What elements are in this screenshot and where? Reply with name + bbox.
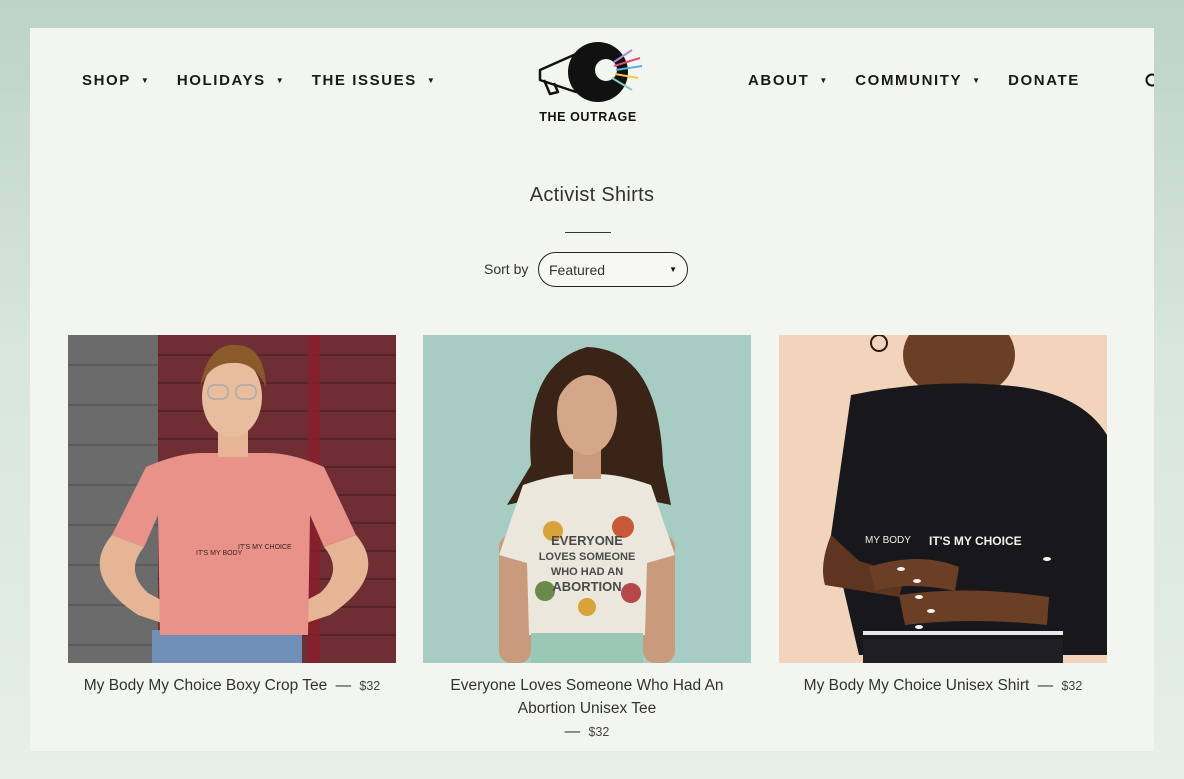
logo-text: THE OUTRAGE [539,110,637,124]
chevron-down-icon: ▼ [972,76,981,85]
product-title[interactable]: My Body My Choice Boxy Crop Tee [84,677,328,694]
price-dash: — [1037,677,1054,694]
shirt-text: IT'S MY BODY [196,550,243,557]
chevron-down-icon: ▼ [275,76,284,85]
nav-donate[interactable]: DONATE [1008,72,1080,89]
shirt-line: LOVES SOMEONE [539,551,636,563]
price-dash: — [335,677,352,694]
product-card[interactable]: MY BODY IT'S MY CHOICE My Body My Choice… [779,335,1107,698]
shirt-text: IT'S MY CHOICE [929,534,1022,548]
product-price: $32 [588,725,610,739]
product-image[interactable]: MY BODY IT'S MY CHOICE [779,335,1107,663]
product-image[interactable]: EVERYONE LOVES SOMEONE WHO HAD AN ABORTI… [423,335,751,663]
nav-the-issues-label: THE ISSUES [311,72,417,89]
nav-community-label: COMMUNITY [855,72,963,89]
product-price: $32 [359,679,381,693]
chevron-down-icon: ▼ [669,265,677,274]
nav-about[interactable]: ABOUT ▼ [748,72,827,89]
product-photo: IT'S MY BODY IT'S MY CHOICE [68,335,396,663]
product-caption: Everyone Loves Someone Who Had An Aborti… [423,674,751,744]
nav-community[interactable]: COMMUNITY ▼ [855,72,980,89]
product-image[interactable]: IT'S MY BODY IT'S MY CHOICE [68,335,396,663]
shirt-text: IT'S MY CHOICE [238,544,292,551]
nav-holidays[interactable]: HOLIDAYS ▼ [177,72,284,89]
shirt-text: MY BODY [865,535,911,546]
product-caption: My Body My Choice Unisex Shirt — $32 [779,674,1107,698]
price-dash: — [564,723,581,740]
nav-shop-label: SHOP [82,72,131,89]
nav-donate-label: DONATE [1008,72,1080,89]
shirt-line: ABORTION [552,579,621,594]
product-title[interactable]: My Body My Choice Unisex Shirt [804,677,1030,694]
product-title[interactable]: Everyone Loves Someone Who Had An Aborti… [423,674,751,720]
title-divider [565,232,611,233]
site-logo[interactable]: THE OUTRAGE [532,40,644,128]
page-title: Activist Shirts [529,184,655,206]
nav-holidays-label: HOLIDAYS [176,72,266,89]
shirt-line: EVERYONE [551,533,623,548]
search-icon[interactable] [1144,72,1154,92]
chevron-down-icon: ▼ [819,76,828,85]
chevron-down-icon: ▼ [140,76,149,85]
nav-left: SHOP ▼ HOLIDAYS ▼ THE ISSUES ▼ [82,72,463,89]
page: SHOP ▼ HOLIDAYS ▼ THE ISSUES ▼ THE OUTRA… [30,28,1154,751]
product-photo: EVERYONE LOVES SOMEONE WHO HAD AN ABORTI… [423,335,751,663]
sort-select-value: Featured [549,261,606,278]
product-photo: MY BODY IT'S MY CHOICE [779,335,1107,663]
nav-right: ABOUT ▼ COMMUNITY ▼ DONATE [748,72,1108,89]
sort-select[interactable]: Featured ▼ [538,252,688,287]
chevron-down-icon: ▼ [426,76,435,85]
product-card[interactable]: IT'S MY BODY IT'S MY CHOICE My Body My C… [68,335,396,698]
product-card[interactable]: EVERYONE LOVES SOMEONE WHO HAD AN ABORTI… [423,335,751,744]
megaphone-logo-icon [538,42,643,102]
nav-about-label: ABOUT [748,72,810,89]
product-price: $32 [1061,679,1083,693]
sort-label: Sort by [484,261,529,277]
shirt-line: WHO HAD AN [551,566,623,578]
nav-the-issues[interactable]: THE ISSUES ▼ [312,72,435,89]
nav-shop[interactable]: SHOP ▼ [82,72,149,89]
product-caption: My Body My Choice Boxy Crop Tee — $32 [68,674,396,698]
